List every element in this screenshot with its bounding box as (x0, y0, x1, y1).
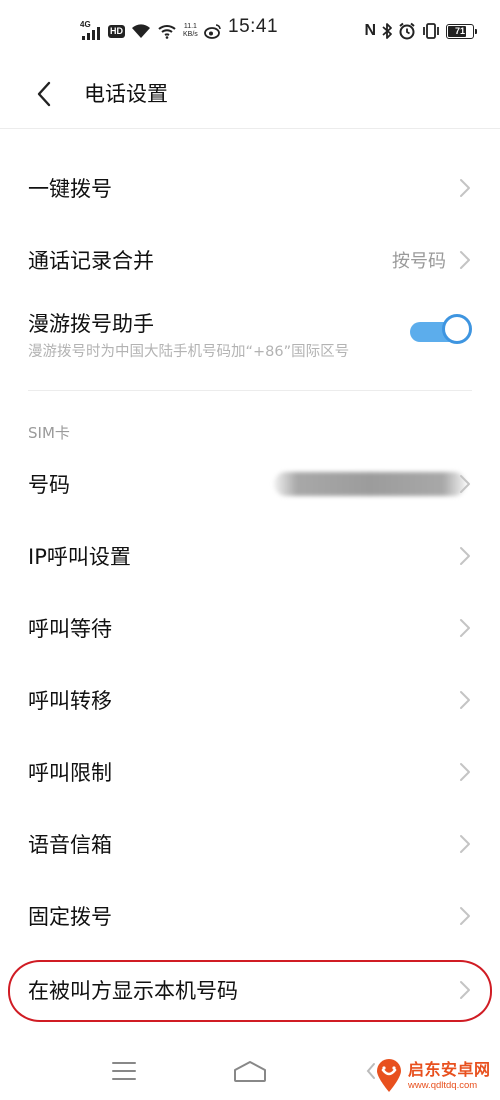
page-title: 电话设置 (84, 82, 168, 106)
row-label: 呼叫等待 (28, 617, 112, 641)
row-label: 呼叫转移 (28, 689, 112, 713)
home-icon (234, 1061, 266, 1082)
row-label: IP呼叫设置 (28, 545, 131, 569)
home-button[interactable] (230, 1056, 270, 1086)
row-phone-number[interactable]: 号码 (0, 448, 500, 520)
watermark-url: www.qdltdq.com (408, 1079, 478, 1091)
row-voicemail[interactable]: 语音信箱 (0, 808, 500, 880)
chevron-right-icon (460, 547, 470, 565)
watermark-name: 启东安卓网 (408, 1059, 491, 1079)
network-speed: 11.1 KB/s (183, 23, 198, 39)
watermark-logo: 启东安卓网 www.qdltdq.com (374, 1054, 500, 1098)
chevron-right-icon (460, 691, 470, 709)
bluetooth-icon (382, 23, 392, 39)
chevron-right-icon (460, 179, 470, 197)
row-label: 固定拨号 (28, 905, 112, 929)
chevron-right-icon (460, 907, 470, 925)
app-header: 电话设置 (0, 60, 500, 129)
row-label: 语音信箱 (28, 833, 112, 857)
roaming-subtitle: 漫游拨号时为中国大陆手机号码加“+86”国际区号 (28, 344, 350, 360)
row-label: 呼叫限制 (28, 761, 112, 785)
row-speed-dial[interactable]: 一键拨号 (0, 152, 500, 224)
net-speed-value: 11.1 (183, 23, 197, 30)
row-call-waiting[interactable]: 呼叫等待 (0, 592, 500, 664)
hd-icon: HD (108, 24, 125, 38)
section-divider (28, 390, 472, 391)
battery-level: 71 (454, 26, 465, 36)
nfc-icon: N (364, 22, 376, 39)
vibrate-icon (423, 23, 439, 39)
status-left: 4G HD 11.1 KB/s (80, 18, 222, 44)
row-label: 号码 (28, 473, 70, 497)
recent-apps-button[interactable] (104, 1056, 144, 1086)
back-button[interactable] (24, 76, 64, 112)
row-label: 一键拨号 (28, 177, 112, 201)
row-ip-call-settings[interactable]: IP呼叫设置 (0, 520, 500, 592)
cellular-signal-icon: 4G (80, 20, 102, 42)
section-title-sim: SIM卡 (28, 424, 70, 442)
weibo-icon (203, 24, 221, 39)
row-fixed-dialing[interactable]: 固定拨号 (0, 880, 500, 952)
row-value: 按号码 (392, 251, 446, 272)
battery-icon: 71 (446, 23, 477, 39)
chevron-right-icon (460, 835, 470, 853)
row-label: 在被叫方显示本机号码 (28, 979, 238, 1003)
redacted-phone-number (274, 472, 466, 496)
chevron-right-icon (460, 475, 470, 493)
chevron-left-icon (37, 81, 51, 107)
hd-label: HD (110, 25, 123, 36)
row-roaming-assistant: 漫游拨号助手 漫游拨号时为中国大陆手机号码加“+86”国际区号 (0, 296, 500, 372)
row-show-caller-id[interactable]: 在被叫方显示本机号码 (0, 954, 500, 1026)
watermark-text: 启东安卓网 www.qdltdq.com (408, 1059, 491, 1091)
roaming-toggle[interactable] (410, 314, 472, 348)
row-label: 通话记录合并 (28, 249, 154, 273)
menu-icon (112, 1062, 136, 1080)
watermark-pin-icon (377, 1059, 401, 1092)
status-bar: 4G HD 11.1 KB/s 15:41 N 71 (0, 0, 500, 60)
status-time: 15:41 (228, 16, 279, 37)
status-right: N 71 (364, 18, 477, 44)
row-call-forwarding[interactable]: 呼叫转移 (0, 664, 500, 736)
chevron-right-icon (460, 619, 470, 637)
wifi-hotspot-icon (158, 25, 176, 39)
chevron-right-icon (460, 251, 470, 269)
row-call-barring[interactable]: 呼叫限制 (0, 736, 500, 808)
row-call-log-merge[interactable]: 通话记录合并 按号码 (0, 224, 500, 296)
chevron-right-icon (460, 763, 470, 781)
net-speed-unit: KB/s (183, 31, 198, 38)
toggle-knob (442, 314, 472, 344)
chevron-right-icon (460, 981, 470, 999)
roaming-title: 漫游拨号助手 (28, 312, 154, 336)
alarm-icon (399, 22, 415, 40)
wifi-icon (132, 24, 150, 38)
